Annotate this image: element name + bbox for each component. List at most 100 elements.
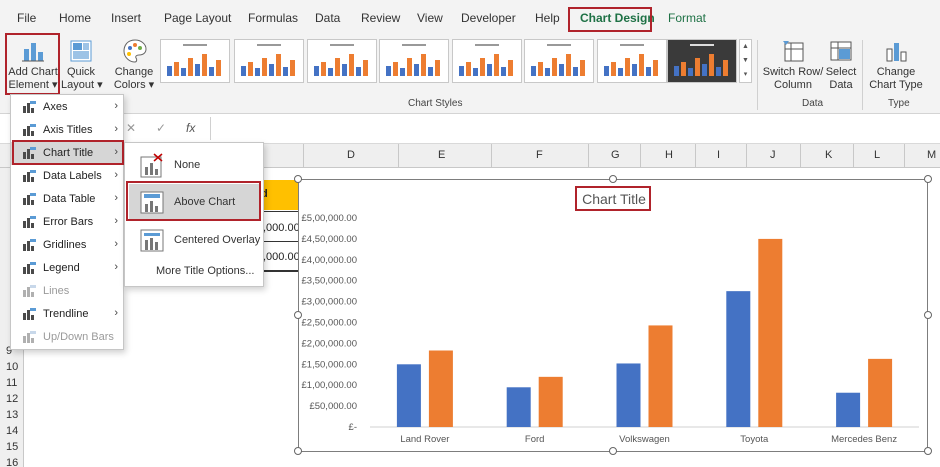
- chevron-down-icon[interactable]: ▼: [740, 54, 751, 68]
- resize-handle[interactable]: [924, 311, 932, 319]
- more-title-options[interactable]: More Title Options...: [129, 261, 261, 283]
- menu-item-axis-titles[interactable]: Axis Titles ›: [11, 119, 124, 142]
- column-header-l[interactable]: L: [874, 149, 880, 161]
- row-header-13[interactable]: 13: [6, 409, 18, 421]
- row-header-10[interactable]: 10: [6, 361, 18, 373]
- column-divider[interactable]: [746, 144, 747, 168]
- column-divider[interactable]: [303, 144, 304, 168]
- tab-developer[interactable]: Developer: [461, 11, 516, 25]
- column-header-h[interactable]: H: [665, 149, 673, 161]
- chart-style-thumbnail[interactable]: [379, 39, 449, 83]
- chart-style-thumbnail[interactable]: [160, 39, 230, 83]
- row-header-16[interactable]: 16: [6, 457, 18, 467]
- title-option-centered-overlay[interactable]: Centered Overlay: [129, 222, 261, 258]
- column-header-j[interactable]: J: [770, 149, 776, 161]
- tab-formulas[interactable]: Formulas: [248, 11, 298, 25]
- column-divider[interactable]: [640, 144, 641, 168]
- chevron-up-icon[interactable]: ▲: [740, 40, 751, 54]
- header-cell[interactable]: d: [261, 180, 298, 210]
- clustered-column-chart[interactable]: Chart Title£-£50,000.00£1,00,000.00£1,50…: [299, 180, 929, 453]
- column-divider[interactable]: [853, 144, 854, 168]
- resize-handle[interactable]: [924, 175, 932, 183]
- menu-item-trendline[interactable]: Trendline ›: [11, 303, 124, 326]
- column-header-k[interactable]: K: [825, 149, 832, 161]
- chart-style-thumbnail[interactable]: [452, 39, 522, 83]
- bar-mercedes-benz-series-1[interactable]: [836, 392, 861, 427]
- column-header-i[interactable]: I: [717, 149, 720, 161]
- bar-land-rover-series-2[interactable]: [428, 350, 453, 427]
- menu-item-gridlines[interactable]: Gridlines ›: [11, 234, 124, 257]
- tab-help[interactable]: Help: [535, 11, 560, 25]
- chart-area[interactable]: Chart Title £- £50,000.00 £1,00,000.00 £1,50…: [298, 179, 928, 452]
- chart-style-thumbnail[interactable]: [597, 39, 667, 83]
- bar-toyota-series-2[interactable]: [758, 238, 783, 427]
- select-data-button[interactable]: Select Data: [824, 34, 858, 96]
- tab-format[interactable]: Format: [668, 11, 706, 25]
- menu-item-label: Axes: [43, 101, 68, 113]
- chart-style-preview-icon: [167, 44, 221, 76]
- column-divider[interactable]: [904, 144, 905, 168]
- resize-handle[interactable]: [294, 447, 302, 455]
- menu-item-axes[interactable]: Axes ›: [11, 96, 124, 119]
- menu-item-data-labels[interactable]: Data Labels ›: [11, 165, 124, 188]
- menu-item-label: Axis Titles: [43, 124, 93, 136]
- quick-layout-button[interactable]: Quick Layout ▾: [61, 34, 103, 96]
- change-colors-button[interactable]: Change Colors ▾: [112, 34, 156, 96]
- column-header-d[interactable]: D: [347, 149, 355, 161]
- chevron-right-icon: ›: [114, 100, 118, 112]
- tab-page-layout[interactable]: Page Layout: [164, 11, 231, 25]
- chart-style-thumbnail[interactable]: [307, 39, 377, 83]
- bar-ford-series-2[interactable]: [538, 376, 563, 427]
- enter-icon[interactable]: ✓: [156, 121, 166, 135]
- change-chart-type-button[interactable]: Change Chart Type: [866, 34, 926, 96]
- resize-handle[interactable]: [294, 175, 302, 183]
- bar-land-rover-series-1[interactable]: [396, 364, 421, 427]
- tab-view[interactable]: View: [417, 11, 443, 25]
- menu-item-legend[interactable]: Legend ›: [11, 257, 124, 280]
- menu-item-data-table[interactable]: Data Table ›: [11, 188, 124, 211]
- gallery-more-icon[interactable]: ▾: [740, 68, 751, 82]
- bar-volkswagen-series-1[interactable]: [616, 363, 641, 427]
- tab-review[interactable]: Review: [361, 11, 400, 25]
- column-header-f[interactable]: F: [536, 149, 543, 161]
- tab-data[interactable]: Data: [315, 11, 340, 25]
- fx-icon[interactable]: fx: [186, 121, 195, 135]
- chevron-right-icon: ›: [114, 238, 118, 250]
- column-divider[interactable]: [695, 144, 696, 168]
- row-header-14[interactable]: 14: [6, 425, 18, 437]
- column-divider[interactable]: [588, 144, 589, 168]
- chart-style-thumbnail[interactable]: [234, 39, 304, 83]
- select-data-label-line2: Data: [829, 79, 853, 91]
- bar-mercedes-benz-series-2[interactable]: [868, 358, 893, 427]
- bar-volkswagen-series-2[interactable]: [648, 325, 673, 427]
- menu-item-label: Legend: [43, 262, 80, 274]
- column-divider[interactable]: [800, 144, 801, 168]
- row-header-15[interactable]: 15: [6, 441, 18, 453]
- column-header-m[interactable]: M: [927, 149, 936, 161]
- tab-home[interactable]: Home: [59, 11, 91, 25]
- formula-input[interactable]: [210, 117, 938, 140]
- switch-row-column-button[interactable]: Switch Row/ Column: [762, 34, 824, 96]
- bar-toyota-series-1[interactable]: [726, 291, 751, 427]
- chart-style-thumbnail[interactable]: [524, 39, 594, 83]
- chevron-right-icon: ›: [114, 307, 118, 319]
- tab-file[interactable]: File: [17, 11, 36, 25]
- column-header-e[interactable]: E: [438, 149, 445, 161]
- bar-ford-series-1[interactable]: [506, 387, 531, 427]
- cancel-icon[interactable]: ✕: [126, 121, 136, 135]
- column-divider[interactable]: [491, 144, 492, 168]
- resize-handle[interactable]: [294, 311, 302, 319]
- column-header-g[interactable]: G: [611, 149, 620, 161]
- title-option-none[interactable]: None: [129, 147, 261, 183]
- menu-item-error-bars[interactable]: Error Bars ›: [11, 211, 124, 234]
- resize-handle[interactable]: [609, 447, 617, 455]
- row-header-11[interactable]: 11: [6, 377, 17, 389]
- row-header-12[interactable]: 12: [6, 393, 18, 405]
- column-divider[interactable]: [398, 144, 399, 168]
- gallery-scroll[interactable]: ▲ ▼ ▾: [739, 39, 752, 83]
- chart-style-thumbnail[interactable]: [667, 39, 737, 83]
- resize-handle[interactable]: [609, 175, 617, 183]
- resize-handle[interactable]: [924, 447, 932, 455]
- tab-insert[interactable]: Insert: [111, 11, 141, 25]
- quick-layout-icon: [70, 40, 92, 62]
